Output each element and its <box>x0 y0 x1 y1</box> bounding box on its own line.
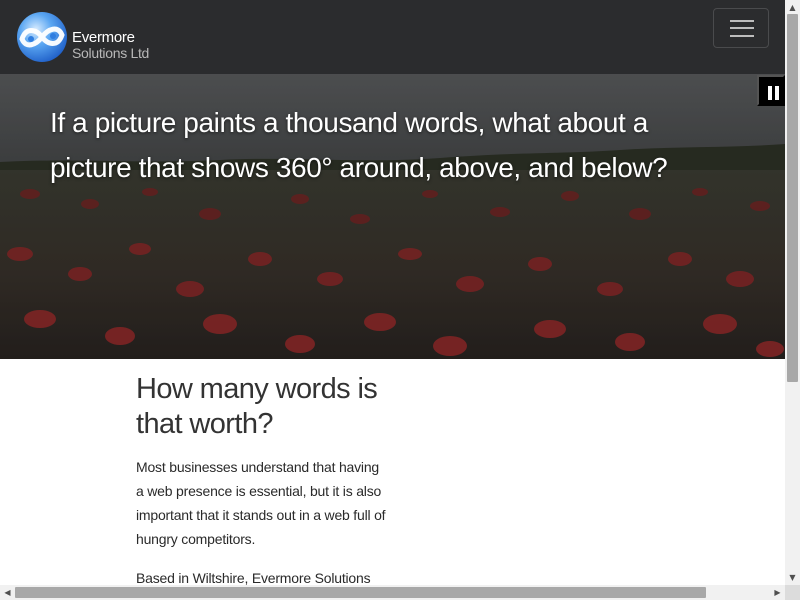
pause-button[interactable] <box>757 75 785 106</box>
scroll-left-arrow-icon[interactable]: ◀ <box>0 585 15 600</box>
intro-section: How many words is that worth? Most busin… <box>136 372 396 585</box>
pause-icon <box>768 86 772 100</box>
scrollbar-corner <box>785 585 800 600</box>
vertical-scrollbar[interactable]: ▲ ▼ <box>785 0 800 585</box>
hamburger-menu-icon <box>730 27 754 29</box>
navbar-toggle-button[interactable] <box>713 8 769 48</box>
horizontal-scroll-thumb[interactable] <box>15 587 706 598</box>
hamburger-menu-icon <box>730 35 754 37</box>
page: Evermore Solutions Ltd If a picture pain… <box>0 0 785 585</box>
navbar: Evermore Solutions Ltd <box>0 0 785 74</box>
brand-name: Evermore <box>72 29 135 46</box>
intro-paragraph: Based in Wiltshire, Evermore Solutions <box>136 570 371 585</box>
hero-heading: If a picture paints a thousand words, wh… <box>50 107 668 183</box>
scroll-right-arrow-icon[interactable]: ▶ <box>770 585 785 600</box>
brand-subtitle: Solutions Ltd <box>72 45 150 61</box>
hero-panorama[interactable]: If a picture paints a thousand words, wh… <box>0 74 785 359</box>
evermore-logo-icon <box>17 12 67 62</box>
pause-icon <box>775 86 779 100</box>
section-heading: How many words is that worth? <box>136 373 378 440</box>
vertical-scroll-thumb[interactable] <box>787 14 798 382</box>
intro-paragraph: Most businesses understand that having a… <box>136 459 386 547</box>
brand-link[interactable]: Evermore Solutions Ltd <box>16 11 166 63</box>
horizontal-scrollbar[interactable]: ◀ ▶ <box>0 585 785 600</box>
hamburger-menu-icon <box>730 20 754 22</box>
scroll-up-arrow-icon[interactable]: ▲ <box>785 0 800 15</box>
scroll-down-arrow-icon[interactable]: ▼ <box>785 570 800 585</box>
